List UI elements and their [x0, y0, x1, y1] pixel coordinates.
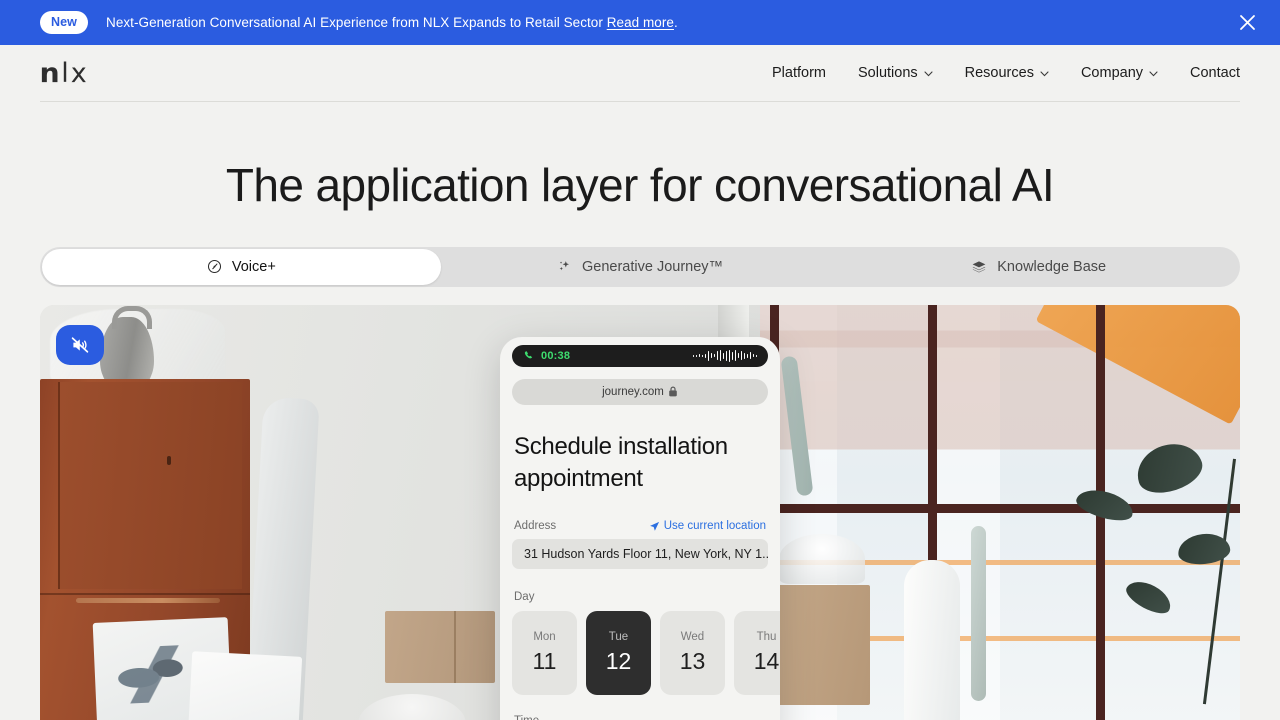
tab-label: Generative Journey™ — [581, 258, 724, 275]
nav-item-company[interactable]: Company — [1065, 57, 1174, 89]
banner-close-button[interactable] — [1232, 8, 1262, 38]
day-of-week: Thu — [756, 631, 777, 644]
main-navigation: Platform Solutions Resources Company Con… — [756, 57, 1240, 89]
nlx-logo[interactable]: nlx — [39, 57, 88, 89]
lock-icon — [669, 386, 677, 397]
address-label: Address — [514, 520, 557, 533]
address-input[interactable]: 31 Hudson Yards Floor 11, New York, NY 1… — [512, 539, 768, 570]
day-option-wed[interactable]: Wed 13 — [660, 611, 725, 696]
speaker-muted-icon — [71, 336, 89, 353]
site-header: nlx Platform Solutions Resources Company… — [39, 45, 1240, 102]
use-current-location-link[interactable]: Use current location — [649, 520, 766, 532]
nav-label: Solutions — [857, 65, 918, 81]
banner-message-text: Next-Generation Conversational AI Experi… — [106, 15, 603, 30]
use-current-location-label: Use current location — [663, 520, 766, 533]
day-number: 12 — [605, 648, 632, 675]
day-number: 14 — [753, 648, 780, 675]
product-tabs: Voice+ Generative Journey™ Knowledge Bas… — [40, 246, 1240, 287]
chevron-down-icon — [1040, 71, 1049, 77]
new-badge: New — [40, 10, 89, 35]
day-number: 13 — [679, 648, 706, 675]
nav-item-resources[interactable]: Resources — [949, 57, 1065, 89]
banner-message: Next-Generation Conversational AI Experi… — [106, 15, 678, 30]
read-more-link[interactable]: Read more — [607, 15, 674, 30]
logo-letter-x: x — [70, 57, 88, 89]
sparkles-icon — [557, 259, 572, 274]
nav-item-platform[interactable]: Platform — [756, 57, 842, 89]
tab-voice-plus[interactable]: Voice+ — [42, 248, 441, 285]
url-text: journey.com — [602, 385, 664, 398]
address-field-row: Address Use current location — [512, 520, 768, 532]
nav-label: Resources — [964, 65, 1034, 81]
chevron-down-icon — [1149, 71, 1158, 77]
day-of-week: Tue — [608, 631, 629, 644]
layers-icon — [971, 259, 987, 275]
logo-letter-n: n — [39, 57, 61, 89]
nav-label: Platform — [771, 65, 826, 81]
banner-period: . — [673, 15, 678, 30]
day-of-week: Wed — [680, 631, 705, 644]
nav-label: Contact — [1190, 65, 1240, 81]
tab-generative-journey[interactable]: Generative Journey™ — [441, 249, 840, 285]
hero-video[interactable]: 00:38 journey.com Schedule installation … — [40, 304, 1240, 720]
day-of-week: Mon — [533, 631, 556, 644]
close-icon — [1239, 15, 1255, 30]
announcement-banner: New Next-Generation Conversational AI Ex… — [0, 0, 1280, 45]
day-selector: Mon 11 Tue 12 Wed 13 Thu 14 — [512, 611, 780, 696]
day-number: 11 — [532, 648, 557, 675]
page-title: The application layer for conversational… — [225, 159, 1055, 211]
day-label: Day — [514, 591, 535, 604]
day-option-mon[interactable]: Mon 11 — [512, 611, 577, 696]
call-status-bar: 00:38 — [512, 344, 768, 367]
day-option-thu[interactable]: Thu 14 — [734, 611, 780, 696]
window-region — [760, 304, 1240, 720]
tab-knowledge-base[interactable]: Knowledge Base — [839, 249, 1238, 285]
nav-label: Company — [1080, 65, 1144, 81]
chevron-down-icon — [924, 71, 933, 77]
tab-label: Voice+ — [231, 258, 276, 275]
nav-item-solutions[interactable]: Solutions — [842, 57, 949, 89]
mute-button[interactable] — [56, 324, 104, 365]
sheet-title: Schedule installation appointment — [514, 432, 728, 492]
call-duration: 00:38 — [541, 349, 571, 362]
phone-icon — [524, 350, 533, 359]
browser-url-bar[interactable]: journey.com — [512, 378, 768, 405]
time-label: Time — [512, 715, 768, 720]
navigation-arrow-icon — [649, 521, 659, 531]
phone-mockup: 00:38 journey.com Schedule installation … — [500, 336, 780, 720]
tab-label: Knowledge Base — [997, 258, 1107, 275]
logo-letter-l: l — [61, 57, 70, 89]
nav-item-contact[interactable]: Contact — [1174, 57, 1240, 89]
day-option-tue[interactable]: Tue 12 — [586, 611, 651, 696]
gauge-icon — [207, 259, 222, 274]
audio-waveform-icon — [692, 349, 757, 362]
